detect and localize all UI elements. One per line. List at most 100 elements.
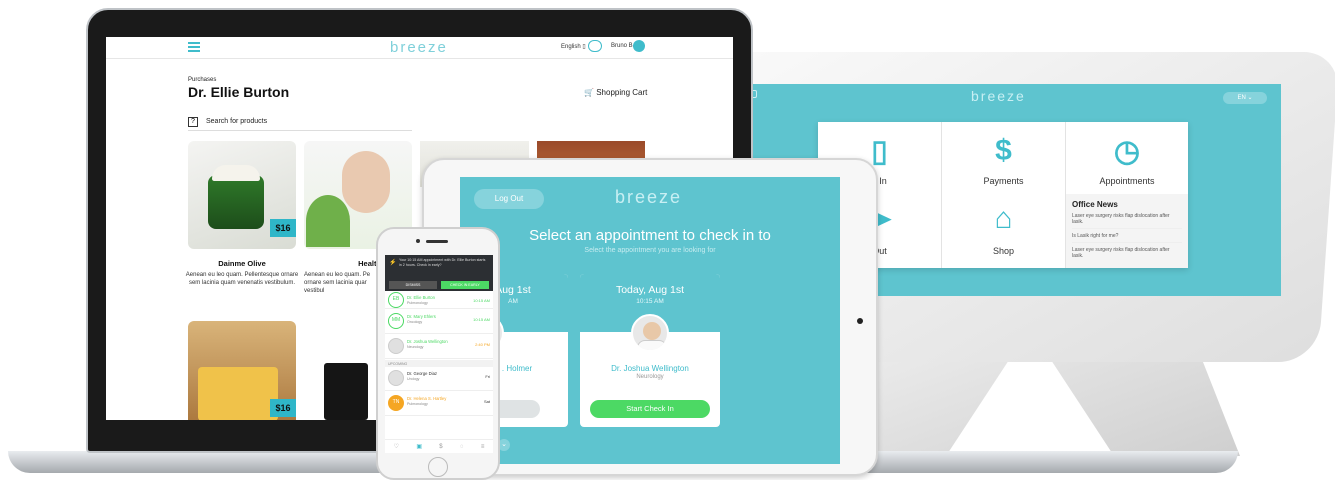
logout-button[interactable]: Log Out <box>474 189 544 209</box>
chat-icon[interactable] <box>588 40 602 52</box>
notification-text: Your 10:15 AM appointment with Dr. Ellie… <box>399 258 486 267</box>
list-item[interactable]: Dr. Joshua Wellington Neurology 2:40 PM <box>385 335 493 359</box>
tablet-logo: breeze <box>615 187 683 207</box>
initials-avatar: EB <box>388 292 404 308</box>
notification-banner: ⚡ Your 10:15 AM appointment with Dr. Ell… <box>385 255 493 291</box>
product-image[interactable]: $16 <box>188 141 296 249</box>
breadcrumb[interactable]: Purchases <box>188 77 216 83</box>
appointment-day: Fri <box>485 374 490 379</box>
doctor-name: Dr. Joshua Wellington <box>611 364 689 373</box>
tab-bar: ♡ ▣ $ ◌ ≡ <box>385 439 493 453</box>
camera-dot <box>416 239 420 243</box>
face-shape <box>643 322 661 340</box>
dollar-icon[interactable]: $ <box>439 444 442 450</box>
appointment-time: 2:40 PM <box>475 342 490 347</box>
heart-icon[interactable]: ♡ <box>394 443 399 450</box>
leaf-shape <box>306 195 350 247</box>
price-badge: $16 <box>270 399 296 417</box>
user-name[interactable]: Bruno B. <box>611 43 634 49</box>
dismiss-button[interactable]: DISMISS <box>389 281 437 289</box>
face-shape <box>342 151 390 213</box>
start-check-in-button[interactable]: Start Check In <box>590 400 710 418</box>
product-name[interactable]: Dainme Olive <box>188 259 296 268</box>
language-button[interactable]: EN ⌄ <box>1223 92 1267 104</box>
appointment-time: 10:15 AM <box>473 298 490 303</box>
doctor-avatar <box>388 370 404 386</box>
office-news-title: Office News <box>1072 200 1118 209</box>
tile-payments-label: Payments <box>983 176 1024 186</box>
clock-icon: ◷ <box>1113 135 1141 168</box>
jar-shape <box>208 175 264 229</box>
product-image[interactable] <box>324 363 368 420</box>
page-title: Select an appointment to check in to <box>529 227 771 244</box>
coat-shape <box>637 340 667 350</box>
list-item[interactable]: TN Dr. Helena S. Hartley Pulmonology Sat <box>385 392 493 416</box>
news-item[interactable]: Is Lasik right for me? <box>1072 233 1182 243</box>
language-select[interactable]: English ▯ <box>561 43 586 50</box>
product-description: Aenean eu leo quam. Pe ornare sem lacini… <box>304 272 371 294</box>
product-image[interactable]: $16 <box>188 321 296 420</box>
doctor-avatar <box>631 314 669 352</box>
tablet-screen: Log Out breeze Select an appointment to … <box>460 177 840 464</box>
doctor-name: Dr. George Diaz <box>407 371 438 376</box>
search-bar[interactable]: ? Search for products <box>188 117 412 131</box>
list-item[interactable]: Dr. George Diaz Urology Fri <box>385 367 493 391</box>
avatar[interactable] <box>633 40 645 52</box>
dollar-icon: $ <box>995 134 1012 167</box>
doctor-specialty: Pulmonology <box>407 402 428 406</box>
soap-shape <box>198 367 278 420</box>
news-item[interactable]: Laser eye surgery risks flap dislocation… <box>1072 213 1182 229</box>
kiosk-logo: breeze <box>971 88 1026 104</box>
app-logo[interactable]: breeze <box>390 39 448 56</box>
appointment-date: Today, Aug 1st <box>615 284 685 296</box>
news-item[interactable]: Laser eye surgery risks flap dislocation… <box>1072 247 1182 262</box>
tile-shop-label: Shop <box>992 246 1015 256</box>
menu-icon[interactable]: ≡ <box>481 444 485 450</box>
shopping-cart-link[interactable]: 🛒 Shopping Cart <box>584 88 647 97</box>
help-icon: ? <box>188 117 198 127</box>
calendar-icon[interactable]: ▣ <box>416 443 422 450</box>
lightning-icon: ⚡ <box>389 260 397 266</box>
search-input[interactable]: Search for products <box>206 118 267 125</box>
doctor-specialty: Neurology <box>407 345 424 349</box>
price-badge: $16 <box>270 219 296 237</box>
appointment-time: 10:15 AM <box>473 317 490 322</box>
bell-icon[interactable]: ◌ <box>460 444 464 450</box>
speaker-slot <box>426 240 448 243</box>
initials-avatar: MM <box>388 313 404 329</box>
doctor-avatar <box>388 338 404 354</box>
hamburger-menu-icon[interactable] <box>188 42 200 52</box>
doctor-specialty: Urology <box>407 377 420 381</box>
page-title: Dr. Ellie Burton <box>188 84 290 100</box>
doctor-specialty: Neurology <box>636 374 664 380</box>
list-item[interactable]: MM Dr. Mary Ehlers Oncology 10:15 AM <box>385 310 493 334</box>
doctor-name: Dr. Ellie Burton <box>407 295 435 300</box>
list-item[interactable]: EB Dr. Ellie Burton Pulmonology 10:15 AM <box>385 291 493 309</box>
doctor-name: Dr. Mary Ehlers <box>407 314 436 319</box>
initials-avatar: TN <box>388 395 404 411</box>
top-bar: breeze English ▯ Bruno B. <box>106 37 733 59</box>
tile-appointments[interactable]: ◷ Appointments Office News Laser eye sur… <box>1066 122 1188 268</box>
tile-payments[interactable]: $ Payments ⌂ Shop <box>942 122 1066 268</box>
shopping-cart-label: Shopping Cart <box>596 88 648 97</box>
home-button <box>857 318 863 324</box>
office-news: Office News Laser eye surgery risks flap… <box>1066 194 1188 268</box>
page-subtitle: Select the appointment you are looking f… <box>584 247 716 254</box>
doctor-name: Dr. Helena S. Hartley <box>407 396 447 401</box>
doctor-name: Dr. Joshua Wellington <box>407 339 448 344</box>
cart-icon: 🛒 <box>584 88 594 97</box>
appointment-time: 10:15 AM <box>636 298 664 305</box>
basket-icon: ⌂ <box>994 202 1013 235</box>
doctor-specialty: Pulmonology <box>407 301 428 305</box>
section-header: UPCOMING <box>385 360 493 367</box>
language-label: English <box>561 44 581 50</box>
tile-appointments-label: Appointments <box>1099 176 1155 186</box>
home-button <box>428 457 448 477</box>
appointment-card[interactable]: Today, Aug 1st 10:15 AM Dr. Joshua Welli… <box>580 274 720 427</box>
doctor-specialty: Oncology <box>407 320 423 324</box>
cream-shape <box>212 165 260 181</box>
phone-screen: ⚡ Your 10:15 AM appointment with Dr. Ell… <box>385 255 493 453</box>
appointment-day: Sat <box>483 399 490 404</box>
check-in-early-button[interactable]: CHECK IN EARLY <box>441 281 489 289</box>
language-label: EN <box>1237 95 1246 101</box>
